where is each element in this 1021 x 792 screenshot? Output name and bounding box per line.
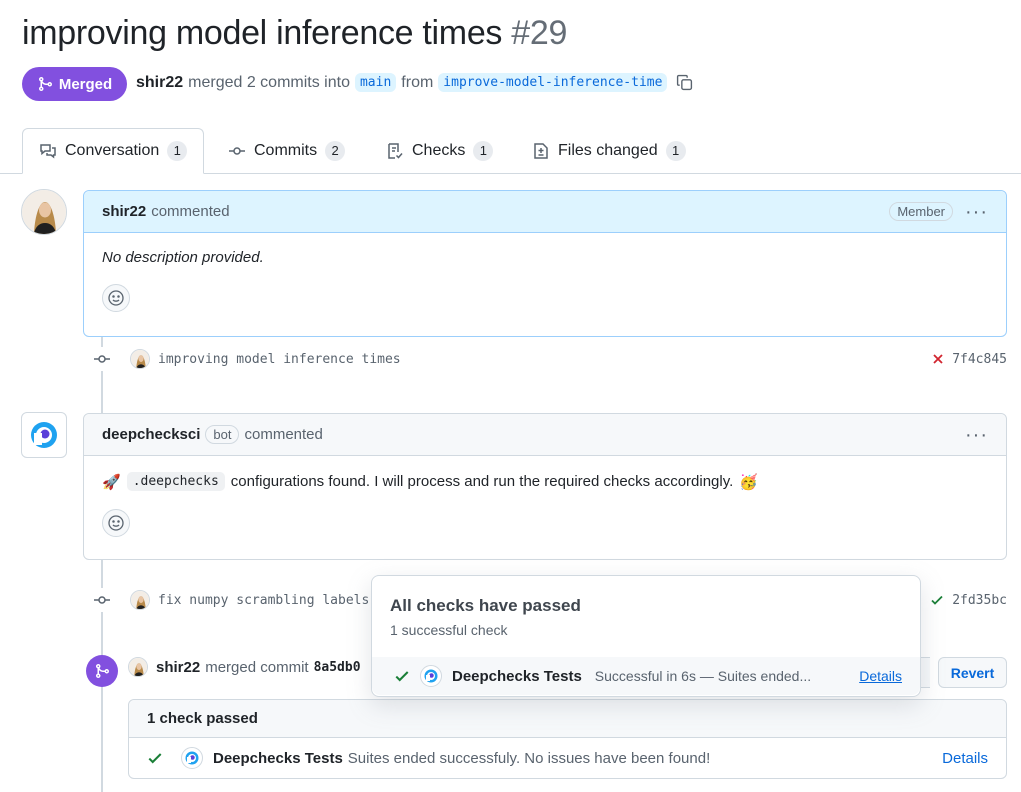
comment-text: No description provided.: [102, 249, 264, 266]
deepchecks-logo-icon: [31, 422, 57, 448]
tab-counter: 1: [167, 141, 188, 161]
timeline-line: [101, 336, 103, 792]
popover-check-row: Deepchecks Tests Successful in 6s — Suit…: [372, 657, 920, 695]
smiley-icon: [108, 290, 124, 306]
checks-popover: All checks have passed 1 successful chec…: [371, 575, 921, 697]
pr-description-comment: shir22 commented Member ··· No descripti…: [83, 190, 1007, 337]
tab-conversation[interactable]: Conversation 1: [22, 128, 205, 174]
bot-badge: bot: [205, 425, 240, 444]
deepchecks-logo-icon: [181, 747, 203, 769]
merge-event-icon: [86, 655, 118, 687]
popover-details-link[interactable]: Details: [859, 668, 902, 684]
kebab-menu-icon[interactable]: ···: [965, 425, 988, 445]
tab-label: Checks: [412, 142, 466, 159]
commit-dot-icon: [90, 588, 114, 612]
tab-counter: 1: [473, 141, 494, 161]
bot-comment: deepchecksci bot commented ··· 🚀 .deepch…: [83, 413, 1007, 560]
check-description: Suites ended successfuly. No issues have…: [347, 749, 711, 767]
git-merge-icon: [38, 77, 52, 91]
merge-avatar[interactable]: [128, 657, 148, 677]
merged-state-badge: Merged: [22, 67, 127, 101]
commit-icon: [229, 147, 245, 155]
pr-tabs: Conversation 1 Commits 2 Checks 1 Files …: [0, 128, 1021, 174]
popover-title: All checks have passed: [390, 596, 581, 615]
comment-header: shir22 commented Member ···: [84, 191, 1006, 233]
smiley-icon: [108, 515, 124, 531]
bot-avatar[interactable]: [21, 412, 67, 458]
git-merge-icon: [96, 664, 110, 678]
check-success-icon[interactable]: [930, 593, 944, 607]
member-badge: Member: [889, 202, 954, 221]
comment-body: 🚀 .deepchecks configurations found. I wi…: [84, 456, 1006, 553]
comment-header: deepchecksci bot commented ···: [84, 414, 1006, 456]
commit-status: 7f4c845: [932, 352, 1007, 367]
merge-author[interactable]: shir22: [156, 659, 200, 676]
head-branch[interactable]: improve-model-inference-time: [438, 73, 668, 92]
details-link[interactable]: Details: [942, 750, 988, 767]
comment-author[interactable]: deepchecksci: [102, 426, 200, 443]
file-diff-icon: [534, 143, 548, 159]
base-branch[interactable]: main: [354, 73, 397, 92]
deepchecks-logo-icon: [420, 665, 442, 687]
x-failure-icon[interactable]: [932, 353, 944, 365]
user-avatar-icon: [22, 190, 66, 234]
comment-author[interactable]: shir22: [102, 203, 146, 220]
comment-action: commented: [151, 203, 230, 220]
comment-action: commented: [244, 426, 323, 443]
pr-title-text: improving model inference times: [22, 14, 503, 52]
conversation-icon: [40, 144, 56, 159]
pr-number: #29: [511, 14, 568, 52]
merge-text: merged commit: [205, 658, 309, 676]
tab-counter: 1: [665, 141, 686, 161]
commit-status: 2fd35bc: [930, 593, 1007, 608]
commit-item: improving model inference times 7f4c845: [90, 347, 1007, 371]
commit-message[interactable]: improving model inference times: [158, 352, 401, 367]
tab-commits[interactable]: Commits 2: [228, 128, 346, 174]
merge-text: merged 2 commits into: [188, 73, 350, 91]
commit-dot-icon: [90, 347, 114, 371]
avatar[interactable]: [21, 189, 67, 235]
add-reaction-button[interactable]: [102, 284, 130, 312]
popover-check-description: Successful in 6s — Suites ended...: [594, 668, 812, 684]
commit-avatar[interactable]: [130, 590, 150, 610]
tab-label: Files changed: [558, 142, 658, 159]
tab-label: Conversation: [65, 142, 160, 159]
commit-message[interactable]: fix numpy scrambling labels: [158, 593, 369, 608]
popover-check-name: Deepchecks Tests: [452, 667, 582, 685]
from-text: from: [401, 73, 434, 91]
merge-commit-sha[interactable]: 8a5db0: [314, 660, 361, 675]
pr-title: improving model inference times #29: [22, 14, 567, 53]
check-name: Deepchecks Tests: [213, 749, 343, 767]
checks-header: 1 check passed: [129, 700, 1006, 738]
state-label: Merged: [58, 75, 113, 93]
add-reaction-button[interactable]: [102, 509, 130, 537]
pr-meta: shir22 merged 2 commits into main from i…: [136, 73, 693, 92]
tab-files-changed[interactable]: Files changed 1: [532, 128, 686, 174]
check-success-icon: [148, 753, 162, 764]
party-emoji: 🥳: [739, 473, 758, 491]
commit-sha[interactable]: 2fd35bc: [952, 593, 1007, 608]
popover-subtitle: 1 successful check: [390, 622, 508, 638]
commit-avatar[interactable]: [130, 349, 150, 369]
author-link[interactable]: shir22: [136, 74, 183, 92]
tab-checks[interactable]: Checks 1: [386, 128, 494, 174]
comment-text: configurations found. I will process and…: [230, 473, 734, 490]
comment-body: No description provided.: [84, 233, 1006, 328]
revert-button[interactable]: Revert: [938, 657, 1007, 688]
check-run-row: Deepchecks Tests Suites ended successful…: [129, 738, 1006, 778]
rocket-emoji: 🚀: [102, 473, 121, 491]
tab-counter: 2: [325, 141, 346, 161]
check-success-icon: [395, 671, 409, 682]
tab-label: Commits: [254, 142, 318, 159]
copy-icon[interactable]: [676, 74, 693, 91]
checks-summary-box: 1 check passed Deepchecks Tests Suites e…: [128, 699, 1007, 779]
checklist-icon: [388, 143, 403, 159]
kebab-menu-icon[interactable]: ···: [965, 202, 988, 222]
commit-sha[interactable]: 7f4c845: [952, 352, 1007, 367]
merge-event: shir22 merged commit 8a5db0: [128, 657, 361, 677]
inline-code: .deepchecks: [126, 472, 225, 491]
